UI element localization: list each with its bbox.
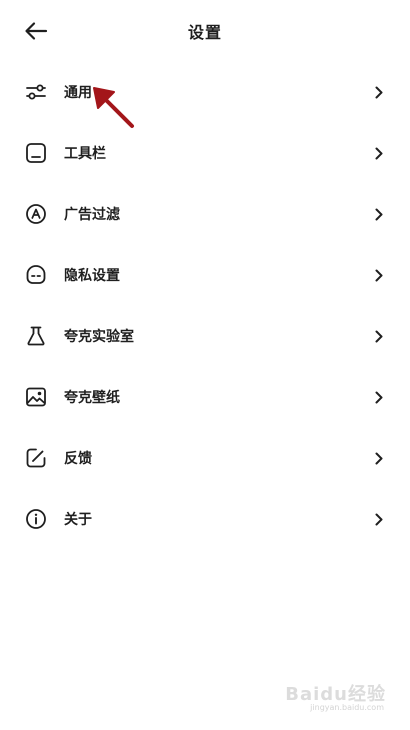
info-icon bbox=[24, 507, 48, 531]
chevron-right-icon bbox=[374, 389, 384, 405]
privacy-mask-icon bbox=[24, 263, 48, 287]
menu-item-label: 夸克实验室 bbox=[64, 329, 134, 345]
chevron-right-icon bbox=[374, 84, 384, 100]
menu-item-label: 反馈 bbox=[64, 451, 92, 467]
menu-item-feedback[interactable]: 反馈 bbox=[0, 427, 410, 488]
header-bar: 设置 bbox=[0, 0, 410, 62]
ad-block-icon bbox=[24, 202, 48, 226]
menu-item-toolbar[interactable]: 工具栏 bbox=[0, 122, 410, 183]
image-icon bbox=[24, 385, 48, 409]
flask-icon bbox=[24, 324, 48, 348]
watermark: Baidu经验 jingyan.baidu.com bbox=[266, 680, 386, 716]
sliders-icon bbox=[24, 80, 48, 104]
menu-item-general[interactable]: 通用 bbox=[0, 61, 410, 122]
watermark-url: jingyan.baidu.com bbox=[310, 703, 384, 712]
settings-menu: 通用 工具栏 广告过滤 隐私设置 夸克实验室 夸克壁纸 反馈 关于 bbox=[0, 61, 410, 549]
menu-item-about[interactable]: 关于 bbox=[0, 488, 410, 549]
chevron-right-icon bbox=[374, 511, 384, 527]
menu-item-label: 关于 bbox=[64, 512, 92, 528]
menu-item-label: 广告过滤 bbox=[64, 207, 120, 223]
watermark-brand: Baidu经验 bbox=[285, 684, 386, 705]
menu-item-wallpaper[interactable]: 夸克壁纸 bbox=[0, 366, 410, 427]
chevron-right-icon bbox=[374, 267, 384, 283]
edit-feedback-icon bbox=[24, 446, 48, 470]
settings-screen: 设置 通用 工具栏 广告过滤 隐私设置 夸克实验室 夸克壁纸 反馈 关于 Bai… bbox=[0, 0, 410, 730]
chevron-right-icon bbox=[374, 145, 384, 161]
menu-item-label: 工具栏 bbox=[64, 146, 106, 162]
menu-item-label: 隐私设置 bbox=[64, 268, 120, 284]
chevron-right-icon bbox=[374, 206, 384, 222]
chevron-right-icon bbox=[374, 328, 384, 344]
menu-item-label: 通用 bbox=[64, 85, 92, 101]
toolbar-icon bbox=[24, 141, 48, 165]
menu-item-label: 夸克壁纸 bbox=[64, 390, 120, 406]
page-title: 设置 bbox=[187, 23, 222, 42]
chevron-right-icon bbox=[374, 450, 384, 466]
menu-item-ad-filter[interactable]: 广告过滤 bbox=[0, 183, 410, 244]
menu-item-privacy[interactable]: 隐私设置 bbox=[0, 244, 410, 305]
menu-item-lab[interactable]: 夸克实验室 bbox=[0, 305, 410, 366]
